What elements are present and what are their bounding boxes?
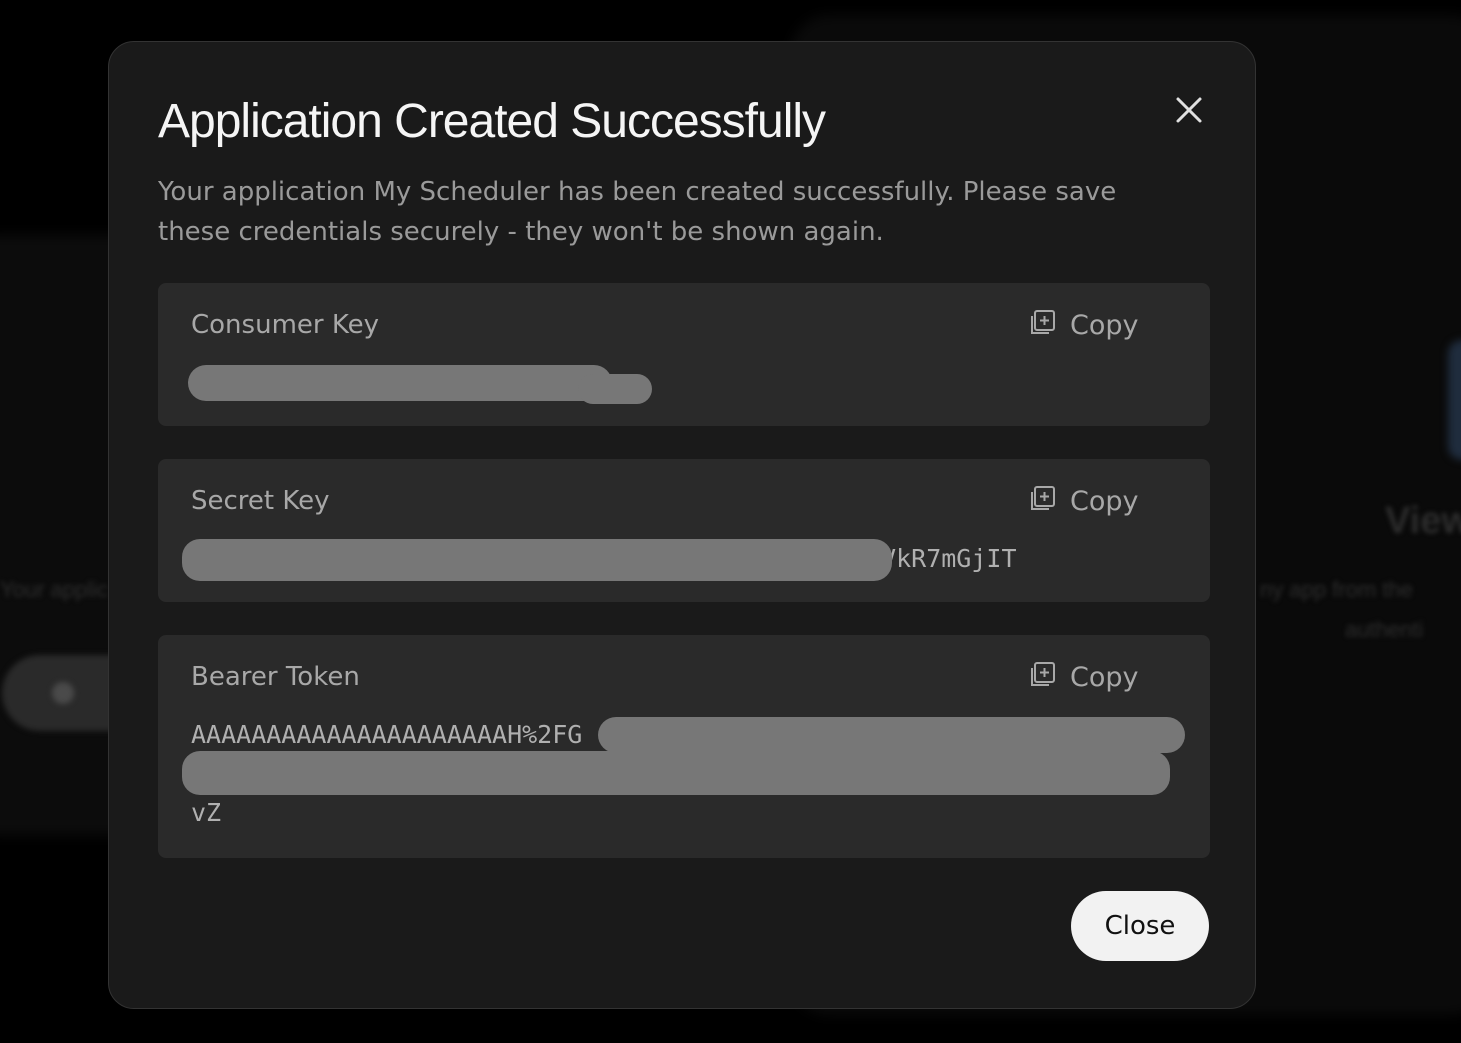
bearer-token-card: Bearer Token Copy AAAAAAAAAAAAAAAAAAAAAH… [158, 635, 1210, 858]
redaction-mark [182, 539, 892, 581]
success-dialog: Application Created Successfully Your ap… [108, 41, 1256, 1009]
bearer-token-line: vZ [191, 798, 222, 827]
background-heading: View [1385, 500, 1461, 542]
copy-label: Copy [1070, 661, 1139, 693]
background-text: Your applic [0, 577, 109, 602]
copy-secret-key-button[interactable]: Copy [1028, 485, 1139, 517]
consumer-key-card: Consumer Key Copy [158, 283, 1210, 426]
consumer-key-label: Consumer Key [191, 310, 379, 340]
secret-key-label: Secret Key [191, 486, 330, 516]
redaction-mark [598, 717, 1185, 753]
background-button-icon [52, 682, 74, 704]
dialog-title: Application Created Successfully [158, 95, 826, 148]
copy-consumer-key-button[interactable]: Copy [1028, 309, 1139, 341]
copy-icon [1028, 485, 1056, 517]
redaction-mark [578, 374, 652, 404]
copy-icon [1028, 661, 1056, 693]
copy-label: Copy [1070, 309, 1139, 341]
dialog-description: Your application My Scheduler has been c… [158, 177, 1117, 247]
close-icon[interactable] [1172, 93, 1206, 127]
bearer-token-label: Bearer Token [191, 662, 360, 692]
background-edge-element [1448, 340, 1461, 460]
secret-key-card: Secret Key Copy 5VkR7mGjIT [158, 459, 1210, 602]
copy-bearer-token-button[interactable]: Copy [1028, 661, 1139, 693]
copy-icon [1028, 309, 1056, 341]
close-button[interactable]: Close [1071, 891, 1209, 961]
copy-label: Copy [1070, 485, 1139, 517]
redaction-mark [188, 365, 612, 401]
redaction-mark [182, 751, 1170, 795]
background-text: ny app from the [1260, 577, 1413, 602]
background-text: authenti [1345, 617, 1424, 642]
